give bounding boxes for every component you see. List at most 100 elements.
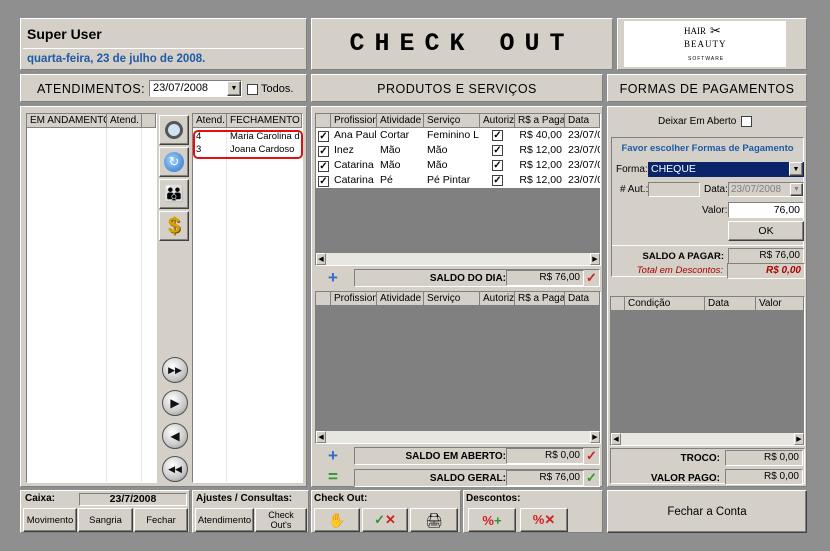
col-header-autoriz[interactable]: Autoriz xyxy=(480,114,515,128)
col-header-fechamento[interactable]: FECHAMENTO xyxy=(227,114,302,128)
col-header-em-andamento[interactable]: EM ANDAMENTO xyxy=(27,114,107,128)
row-data[interactable]: 23/07/08 xyxy=(566,128,600,143)
atendimento-button[interactable]: Atendimento xyxy=(195,508,254,532)
atendimentos-date-select[interactable]: 23/07/2008 ▼ xyxy=(149,80,242,97)
col-header-atend[interactable]: Atend. xyxy=(193,114,227,128)
chevron-down-icon[interactable]: ▼ xyxy=(227,81,241,96)
sangria-button[interactable]: Sangria xyxy=(78,508,133,532)
col-header-servico[interactable]: Serviço xyxy=(424,114,480,128)
col-header-data[interactable]: Data xyxy=(705,297,756,311)
col-header-autoriz[interactable]: Autoriz xyxy=(480,292,515,306)
fechamento-grid[interactable]: Atend. FECHAMENTO 4 Maria Carolina d... … xyxy=(192,113,303,483)
scroll-right-icon[interactable]: ▶ xyxy=(590,431,600,443)
row-profissional[interactable]: Catarina xyxy=(332,158,377,173)
row-select-checkbox[interactable]: ✓ xyxy=(318,146,329,157)
row-servico[interactable]: Mão xyxy=(425,143,480,158)
scroll-left-icon[interactable]: ◀ xyxy=(611,433,621,445)
ok-button[interactable]: OK xyxy=(728,221,804,241)
data-field[interactable]: 23/07/2008 ▼ xyxy=(728,182,804,197)
col-header-valor[interactable]: Valor xyxy=(756,297,804,311)
col-header-valor[interactable]: R$ a Paga xyxy=(515,114,565,128)
add-discount-button[interactable]: %+ xyxy=(468,508,516,532)
col-header-atividade[interactable]: Atividade xyxy=(377,292,424,306)
row-servico[interactable]: Pé Pintar xyxy=(425,173,480,188)
chevron-down-icon[interactable]: ▼ xyxy=(790,183,803,196)
row-valor[interactable]: R$ 12,00 xyxy=(516,173,564,188)
col-header-condicao[interactable]: Condição xyxy=(625,297,705,311)
col-header-blank xyxy=(611,297,625,311)
deixar-aberto-checkbox[interactable] xyxy=(741,116,752,127)
row-atividade[interactable]: Mão xyxy=(378,143,424,158)
checkouts-button[interactable]: Check Out's xyxy=(255,508,307,532)
check-red-icon[interactable]: ✓ xyxy=(586,270,597,286)
checkout-print-button[interactable]: 🖨 xyxy=(410,508,458,532)
add-plus-icon[interactable]: + xyxy=(328,268,338,288)
conditions-grid[interactable]: Condição Data Valor ◀ ▶ xyxy=(610,296,805,446)
fechar-button[interactable]: Fechar xyxy=(134,508,188,532)
people-button[interactable]: 👪 xyxy=(159,179,189,209)
horizontal-scrollbar[interactable]: ◀ ▶ xyxy=(316,431,600,443)
services-grid[interactable]: Profission Atividade Serviço Autoriz R$ … xyxy=(315,113,601,266)
troco-label: TROCO: xyxy=(680,453,720,464)
horizontal-scrollbar[interactable]: ◀ ▶ xyxy=(611,433,804,445)
col-header-atividade[interactable]: Atividade xyxy=(377,114,424,128)
row-data[interactable]: 23/07/08 xyxy=(566,143,600,158)
em-andamento-grid[interactable]: EM ANDAMENTO Atend. xyxy=(26,113,157,483)
search-button[interactable] xyxy=(159,115,189,145)
movimento-button[interactable]: Movimento xyxy=(23,508,77,532)
row-data[interactable]: 23/07/08 xyxy=(566,158,600,173)
scroll-left-icon[interactable]: ◀ xyxy=(316,431,326,443)
money-button[interactable]: $ xyxy=(159,211,189,241)
row-autoriz-checkbox[interactable]: ✓ xyxy=(492,145,503,156)
forma-select[interactable]: CHEQUE ▼ xyxy=(648,162,804,177)
check-red-icon[interactable]: ✓ xyxy=(586,448,597,464)
row-valor[interactable]: R$ 40,00 xyxy=(516,128,564,143)
row-autoriz-checkbox[interactable]: ✓ xyxy=(492,160,503,171)
services-grid-2[interactable]: Profission Atividade Serviço Autoriz R$ … xyxy=(315,291,601,444)
checkout-hand-button[interactable]: ✋ xyxy=(314,508,360,532)
col-header-atend[interactable]: Atend. xyxy=(107,114,142,128)
add-plus-icon[interactable]: + xyxy=(328,446,338,466)
row-autoriz-checkbox[interactable]: ✓ xyxy=(492,130,503,141)
col-header-servico[interactable]: Serviço xyxy=(424,292,480,306)
previous-button[interactable]: ◀ xyxy=(162,423,188,449)
row-profissional[interactable]: Ana Paul xyxy=(332,128,377,143)
col-header-data[interactable]: Data xyxy=(565,292,600,306)
col-header-profissional[interactable]: Profission xyxy=(331,114,377,128)
row-atividade[interactable]: Cortar xyxy=(378,128,424,143)
remove-discount-button[interactable]: %✕ xyxy=(520,508,568,532)
scroll-right-icon[interactable]: ▶ xyxy=(590,253,600,265)
row-select-checkbox[interactable]: ✓ xyxy=(318,131,329,142)
row-data[interactable]: 23/07/08 xyxy=(566,173,600,188)
check-green-icon[interactable]: ✓ xyxy=(586,470,597,486)
scroll-right-icon[interactable]: ▶ xyxy=(794,433,804,445)
scroll-left-icon[interactable]: ◀ xyxy=(316,253,326,265)
refresh-button[interactable]: ↻ xyxy=(159,147,189,177)
rewind-button[interactable]: ◀◀ xyxy=(162,456,188,482)
row-select-checkbox[interactable]: ✓ xyxy=(318,161,329,172)
col-header-data[interactable]: Data xyxy=(565,114,600,128)
row-valor[interactable]: R$ 12,00 xyxy=(516,158,564,173)
col-header-select xyxy=(316,114,331,128)
next-button[interactable]: ▶ xyxy=(162,390,188,416)
row-profissional[interactable]: Catarina xyxy=(332,173,377,188)
aut-field[interactable] xyxy=(648,182,700,197)
fast-forward-button[interactable]: ▶▶ xyxy=(162,357,188,383)
horizontal-scrollbar[interactable]: ◀ ▶ xyxy=(316,253,600,265)
row-atividade[interactable]: Pé xyxy=(378,173,424,188)
row-valor[interactable]: R$ 12,00 xyxy=(516,143,564,158)
valor-input[interactable]: 76,00 xyxy=(728,202,804,218)
fechar-conta-button[interactable]: Fechar a Conta xyxy=(607,490,807,533)
highlight-outline xyxy=(193,130,303,159)
todos-checkbox[interactable] xyxy=(247,84,258,95)
row-servico[interactable]: Feminino L xyxy=(425,128,480,143)
col-header-valor[interactable]: R$ a Paga xyxy=(515,292,565,306)
row-select-checkbox[interactable]: ✓ xyxy=(318,176,329,187)
row-profissional[interactable]: Inez xyxy=(332,143,377,158)
row-servico[interactable]: Mão xyxy=(425,158,480,173)
checkout-cancel-button[interactable]: ✓✕ xyxy=(362,508,408,532)
row-atividade[interactable]: Mão xyxy=(378,158,424,173)
chevron-down-icon[interactable]: ▼ xyxy=(789,162,803,176)
row-autoriz-checkbox[interactable]: ✓ xyxy=(492,175,503,186)
col-header-profissional[interactable]: Profission xyxy=(331,292,377,306)
